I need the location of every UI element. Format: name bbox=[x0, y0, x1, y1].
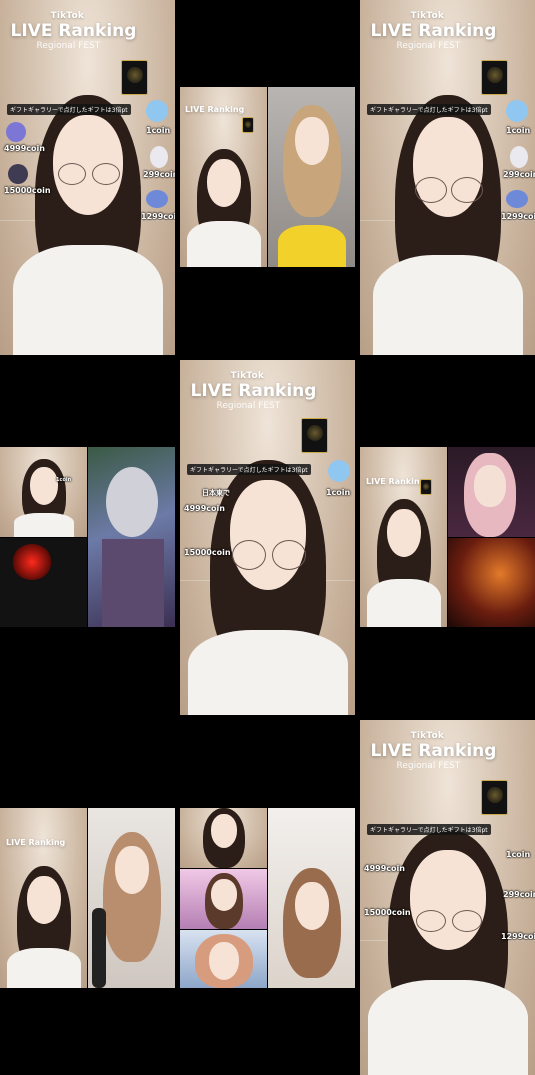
stream-tile-2[interactable]: LIVE Ranking bbox=[180, 87, 355, 267]
bunny-gift-icon bbox=[150, 146, 168, 168]
yellow-plush-icon bbox=[278, 225, 346, 267]
stream-tile-7[interactable]: LIVE Ranking bbox=[0, 808, 175, 988]
tiktok-brand: TikTok bbox=[50, 10, 85, 21]
stream-tile-6[interactable]: LIVE Ranking bbox=[360, 447, 535, 627]
ranking-title: LIVE Ranking bbox=[10, 20, 137, 41]
gift-label-5: 15000coin bbox=[4, 186, 51, 195]
ranking-subtitle: Regional FEST bbox=[36, 40, 101, 51]
crown-gift-icon bbox=[6, 122, 26, 142]
glasses-icon-5 bbox=[231, 540, 306, 570]
red-flower-panel bbox=[0, 538, 87, 627]
glasses-icon-3 bbox=[414, 177, 483, 203]
split-left: LIVE Ranking bbox=[180, 87, 267, 267]
guest-panel-7 bbox=[88, 808, 175, 988]
ranking-banner-3: TikTok LIVE Ranking Regional FEST bbox=[370, 10, 497, 51]
anime-art-panel bbox=[88, 447, 175, 627]
mini-badge-icon bbox=[242, 117, 254, 133]
glasses-icon bbox=[57, 163, 120, 185]
streamer-figure-3 bbox=[372, 95, 523, 355]
pink-hair-panel bbox=[448, 447, 535, 537]
ranking-banner-9: TikTok LIVE Ranking Regional FEST bbox=[370, 730, 497, 771]
stream-tile-8[interactable] bbox=[180, 808, 355, 988]
mini-ranking-title: LIVE Ranking bbox=[185, 105, 245, 114]
ranking-banner-5: TikTok LIVE Ranking Regional FEST bbox=[190, 370, 317, 411]
ranking-badge-icon-3 bbox=[481, 60, 508, 95]
gift-label-4: 4999coin bbox=[4, 144, 45, 153]
ranking-badge-icon bbox=[121, 60, 148, 95]
streamer-figure bbox=[12, 95, 163, 355]
streamer-figure-5 bbox=[187, 460, 348, 715]
gift-label-1: 1coin bbox=[146, 126, 171, 135]
ranking-badge-icon-5 bbox=[301, 418, 328, 453]
cloud-gift-icon bbox=[146, 190, 168, 208]
fire-art-panel bbox=[448, 538, 535, 627]
gift-notice: ギフトギャラリーで点灯したギフトは3倍pt bbox=[7, 104, 131, 115]
shirt-shape bbox=[12, 245, 163, 355]
stream-tile-9[interactable]: TikTok LIVE Ranking Regional FEST ギフトギャラ… bbox=[360, 720, 535, 1075]
split-right bbox=[268, 87, 355, 267]
bear-gift-icon bbox=[8, 164, 28, 184]
stream-tile-5[interactable]: TikTok LIVE Ranking Regional FEST ギフトギャラ… bbox=[180, 360, 355, 715]
stream-tile-4[interactable]: 1coin bbox=[0, 447, 175, 627]
ranking-banner: TikTok LIVE Ranking Regional FEST bbox=[10, 10, 137, 51]
snow-gift-icon bbox=[146, 100, 168, 122]
glasses-icon-9 bbox=[415, 910, 482, 932]
microphone-icon bbox=[92, 908, 106, 988]
gift-label-3: 1299coin bbox=[141, 212, 175, 221]
stream-tile-1[interactable]: TikTok LIVE Ranking Regional FEST ギフトギャラ… bbox=[0, 0, 175, 355]
stream-tile-3[interactable]: TikTok LIVE Ranking Regional FEST ギフトギャラ… bbox=[360, 0, 535, 355]
gift-label-2: 299coin bbox=[143, 170, 175, 179]
